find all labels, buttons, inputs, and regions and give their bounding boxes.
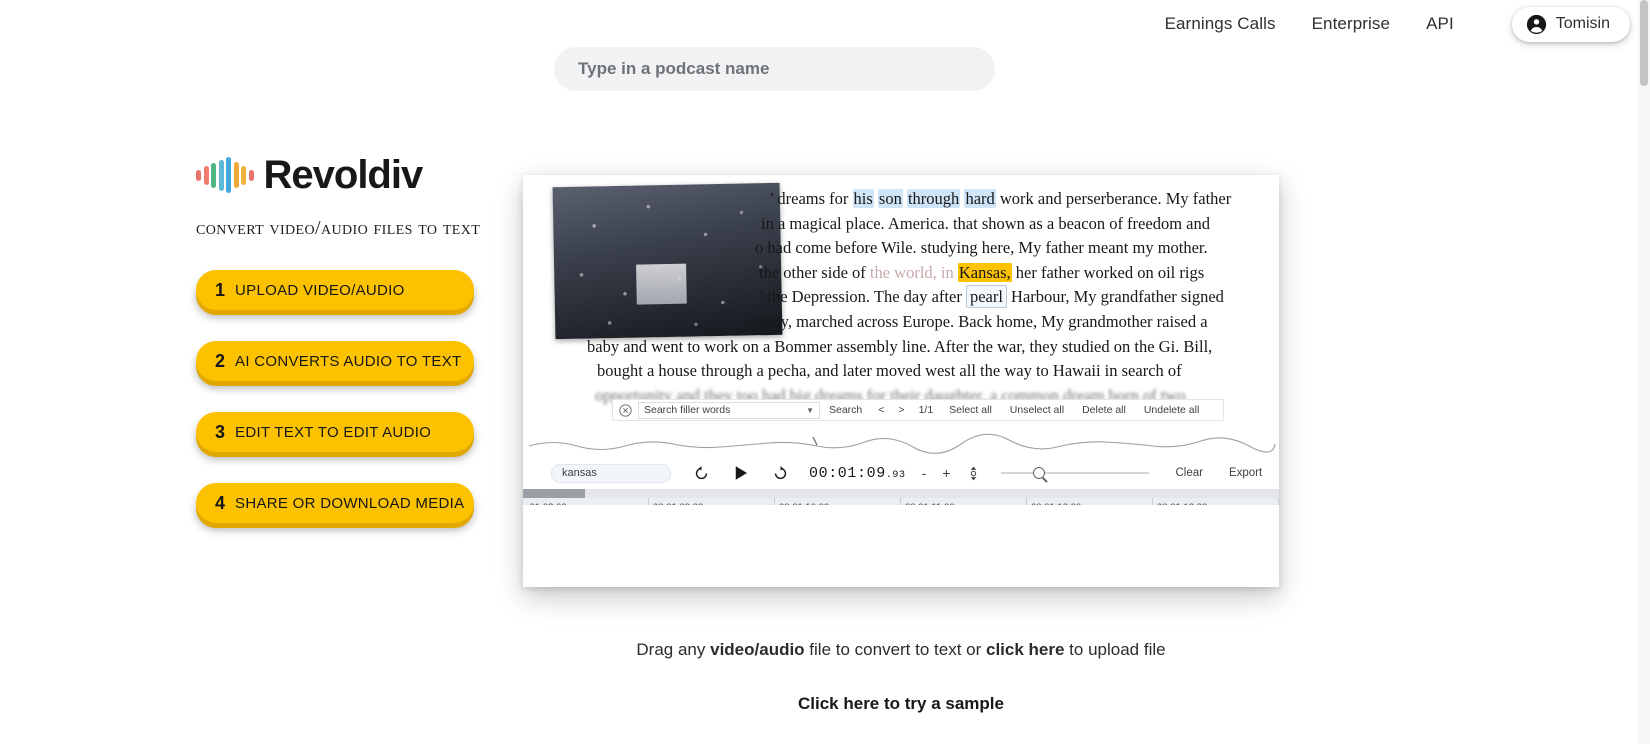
filler-words-select[interactable]: Search filler words ▼ xyxy=(638,401,820,419)
drag-suffix: to upload file xyxy=(1064,640,1166,659)
decrease-button[interactable]: - xyxy=(922,465,927,481)
nav-link-earnings-calls[interactable]: Earnings Calls xyxy=(1165,14,1276,34)
highlight-word: hard xyxy=(964,189,996,208)
user-menu-button[interactable]: Tomisin xyxy=(1511,6,1630,42)
try-sample-link[interactable]: Click here to try a sample xyxy=(523,694,1279,714)
search-button[interactable]: Search xyxy=(820,404,871,416)
step-label: Edit text to edit audio xyxy=(235,423,432,441)
step-button-convert[interactable]: 2 AI converts audio to text xyxy=(196,341,474,381)
steps-list: 1 Upload Video/Audio 2 AI converts audio… xyxy=(196,270,496,523)
undelete-all-button[interactable]: Undelete all xyxy=(1135,404,1208,416)
highlight-word: son xyxy=(877,189,903,208)
ruler-tick: 00:01:13.00 xyxy=(1153,498,1279,505)
user-name-label: Tomisin xyxy=(1555,15,1610,32)
account-circle-icon xyxy=(1526,14,1546,34)
slider-track xyxy=(1001,472,1150,474)
search-container xyxy=(554,47,995,91)
page-scrollbar[interactable] xyxy=(1638,0,1650,744)
step-button-edit[interactable]: 3 Edit text to edit audio xyxy=(196,412,474,452)
select-all-button[interactable]: Select all xyxy=(940,404,1001,416)
next-match-button[interactable]: > xyxy=(891,404,911,416)
rewind-5-icon[interactable] xyxy=(693,465,710,482)
transcript-text: ’ dreams for his son through hard work a… xyxy=(523,175,1279,407)
up-down-stepper-icon[interactable] xyxy=(968,465,979,482)
play-icon[interactable] xyxy=(732,464,750,482)
increase-button[interactable]: + xyxy=(942,465,950,481)
export-button[interactable]: Export xyxy=(1229,467,1262,479)
audio-player-controls: kansas 00:01:09.93 - + Clear Export xyxy=(523,457,1279,489)
timeline-scrollbar-thumb[interactable] xyxy=(523,489,585,498)
brand: Revoldiv xyxy=(196,155,496,195)
search-input[interactable] xyxy=(554,47,995,91)
transcript-line: o had come before Wile. studying here, M… xyxy=(755,238,1208,258)
nav-link-enterprise[interactable]: Enterprise xyxy=(1312,14,1390,34)
tagline: Convert video/audio files to text xyxy=(196,217,481,239)
transcript-line: army, marched across Europe. Back home, … xyxy=(755,311,1208,331)
dim-word: the world, xyxy=(869,262,937,282)
selected-word: pearl xyxy=(965,285,1007,309)
transcript-line: in a magical place. America. that shown … xyxy=(761,213,1210,233)
step-number: 4 xyxy=(215,492,226,513)
timecode-ms: .93 xyxy=(885,469,906,481)
drag-bold-video-audio: video/audio xyxy=(710,640,805,659)
audio-waveform xyxy=(528,433,1276,454)
step-label: Share or download media xyxy=(235,494,465,512)
current-timecode: 00:01:09.93 xyxy=(809,465,906,482)
transcript-line: bought a house through a pecha, and late… xyxy=(597,361,1182,381)
top-navigation: Earnings Calls Enterprise API Tomisin xyxy=(0,0,1650,48)
step-button-upload[interactable]: 1 Upload Video/Audio xyxy=(196,270,474,310)
unselect-all-button[interactable]: Unselect all xyxy=(1001,404,1073,416)
ruler-tick: 00:01:12.00 xyxy=(1027,498,1153,505)
highlight-word: Kansas, xyxy=(957,262,1012,282)
nav-link-api[interactable]: API xyxy=(1426,14,1454,34)
ruler-tick: 00:01:09.00 xyxy=(649,498,775,505)
app-preview-body: ’ dreams for his son through hard work a… xyxy=(523,175,1279,505)
timecode-main: 00:01:09 xyxy=(809,464,886,482)
transcript-line: the other side of the world, in Kansas, … xyxy=(759,262,1205,282)
clear-button[interactable]: Clear xyxy=(1175,467,1202,479)
match-count-label: 1/1 xyxy=(918,404,934,416)
ruler-tick: 00:01:11.00 xyxy=(901,498,1027,505)
transcript-line: baby and went to work on a Bommer assemb… xyxy=(587,336,1213,356)
step-number: 1 xyxy=(215,279,226,300)
step-label: Upload Video/Audio xyxy=(235,281,405,299)
timeline-ruler: :01:08.00 00:01:09.00 00:01:10.00 00:01:… xyxy=(523,498,1279,505)
filler-words-toolbar: Search filler words ▼ Search < > 1/1 Sel… xyxy=(612,399,1224,421)
drag-prefix: Drag any xyxy=(636,640,711,659)
step-label: AI converts audio to text xyxy=(235,352,462,370)
delete-all-button[interactable]: Delete all xyxy=(1073,404,1135,416)
highlight-word: his xyxy=(852,189,874,208)
close-circle-icon[interactable] xyxy=(619,403,632,417)
forward-5-icon[interactable] xyxy=(772,465,789,482)
slider-knob[interactable] xyxy=(1033,467,1046,479)
chevron-down-icon: ▼ xyxy=(806,405,814,415)
brand-name: Revoldiv xyxy=(263,153,424,197)
transcript-line: ’ dreams for his son through hard work a… xyxy=(769,189,1232,208)
step-button-share[interactable]: 4 Share or download media xyxy=(196,483,474,523)
filler-words-select-value: Search filler words xyxy=(644,404,731,416)
zoom-slider[interactable] xyxy=(1001,466,1150,480)
ruler-tick: :01:08.00 xyxy=(523,498,649,505)
prev-match-button[interactable]: < xyxy=(871,404,891,416)
player-search-value: kansas xyxy=(562,467,597,479)
ruler-tick: 00:01:10.00 xyxy=(775,498,901,505)
player-search-input[interactable]: kansas xyxy=(551,463,671,483)
click-here-link[interactable]: click here xyxy=(986,640,1064,659)
app-preview-screenshot: ’ dreams for his son through hard work a… xyxy=(523,175,1279,587)
transcript-line: ’ the Depression. The day after pearl Ha… xyxy=(759,285,1224,309)
drag-middle: file to convert to text or xyxy=(804,640,986,659)
drag-drop-instruction: Drag any video/audio file to convert to … xyxy=(523,640,1279,660)
timeline-scrollbar[interactable] xyxy=(523,489,1279,498)
waveform-logo-icon xyxy=(196,155,254,195)
step-number: 2 xyxy=(215,350,226,371)
step-number: 3 xyxy=(215,421,226,442)
page-scrollbar-thumb[interactable] xyxy=(1640,0,1648,86)
highlight-word: through xyxy=(906,189,961,208)
dim-word: in xyxy=(940,262,954,282)
hero-left-column: Revoldiv Convert video/audio files to te… xyxy=(196,155,496,523)
